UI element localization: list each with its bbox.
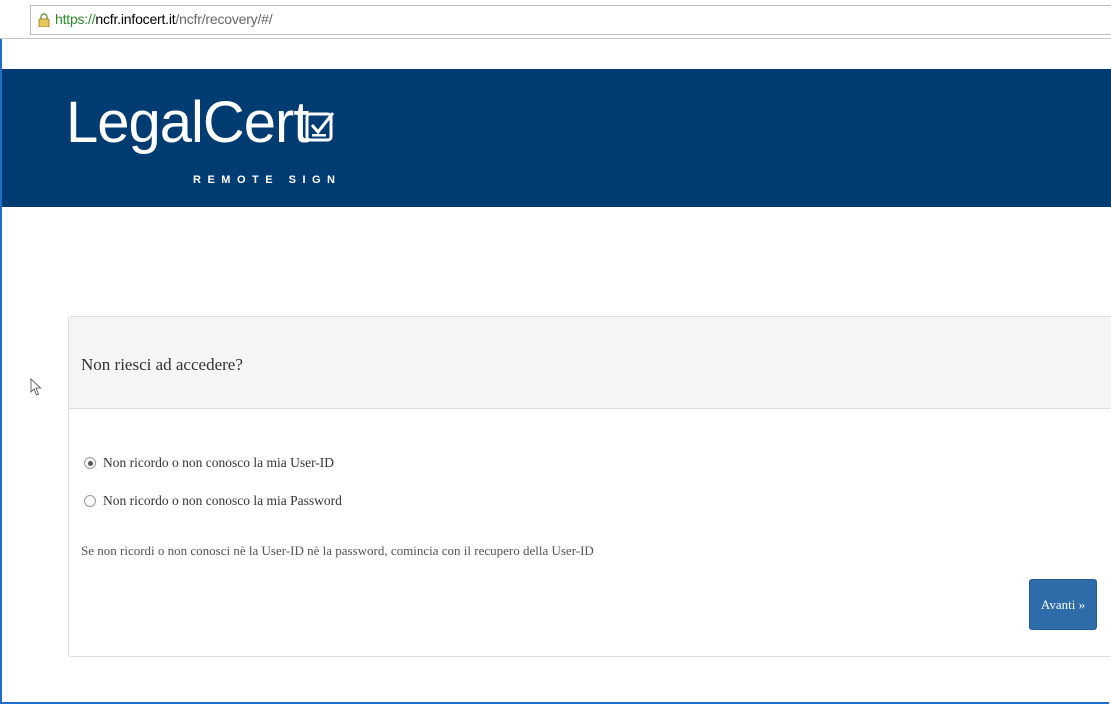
option-userid[interactable]: Non ricordo o non conosco la mia User-ID [84, 455, 334, 471]
panel-heading: Non riesci ad accedere? [69, 317, 1111, 409]
recovery-panel: Non riesci ad accedere? Non ricordo o no… [68, 316, 1111, 657]
option-password[interactable]: Non ricordo o non conosco la mia Passwor… [84, 493, 342, 509]
url-scheme: https:// [55, 11, 96, 27]
browser-address-bar: https://ncfr.infocert.it/ncfr/recovery/#… [0, 0, 1111, 39]
url-path: /ncfr/recovery/#/ [175, 11, 273, 27]
logo-subtitle: REMOTE SIGN [193, 174, 342, 186]
url-text: https://ncfr.infocert.it/ncfr/recovery/#… [55, 10, 273, 28]
logo-text: LegalCert [66, 90, 309, 155]
radio-password[interactable] [84, 495, 96, 507]
panel-title: Non riesci ad accedere? [81, 355, 243, 374]
help-note: Se non ricordi o non conosci nè la User-… [81, 543, 594, 558]
next-button[interactable]: Avanti » [1029, 579, 1097, 630]
url-field[interactable]: https://ncfr.infocert.it/ncfr/recovery/#… [30, 5, 1111, 35]
radio-userid[interactable] [84, 457, 96, 469]
option-password-label: Non ricordo o non conosco la mia Passwor… [103, 493, 342, 508]
site-header: LegalCert REMOTE SIGN [2, 69, 1111, 207]
mouse-cursor-icon [30, 378, 42, 396]
logo-checkbox-icon [305, 112, 335, 142]
option-userid-label: Non ricordo o non conosco la mia User-ID [103, 455, 335, 470]
url-host: ncfr.infocert.it [95, 11, 176, 27]
lock-icon [38, 13, 50, 27]
